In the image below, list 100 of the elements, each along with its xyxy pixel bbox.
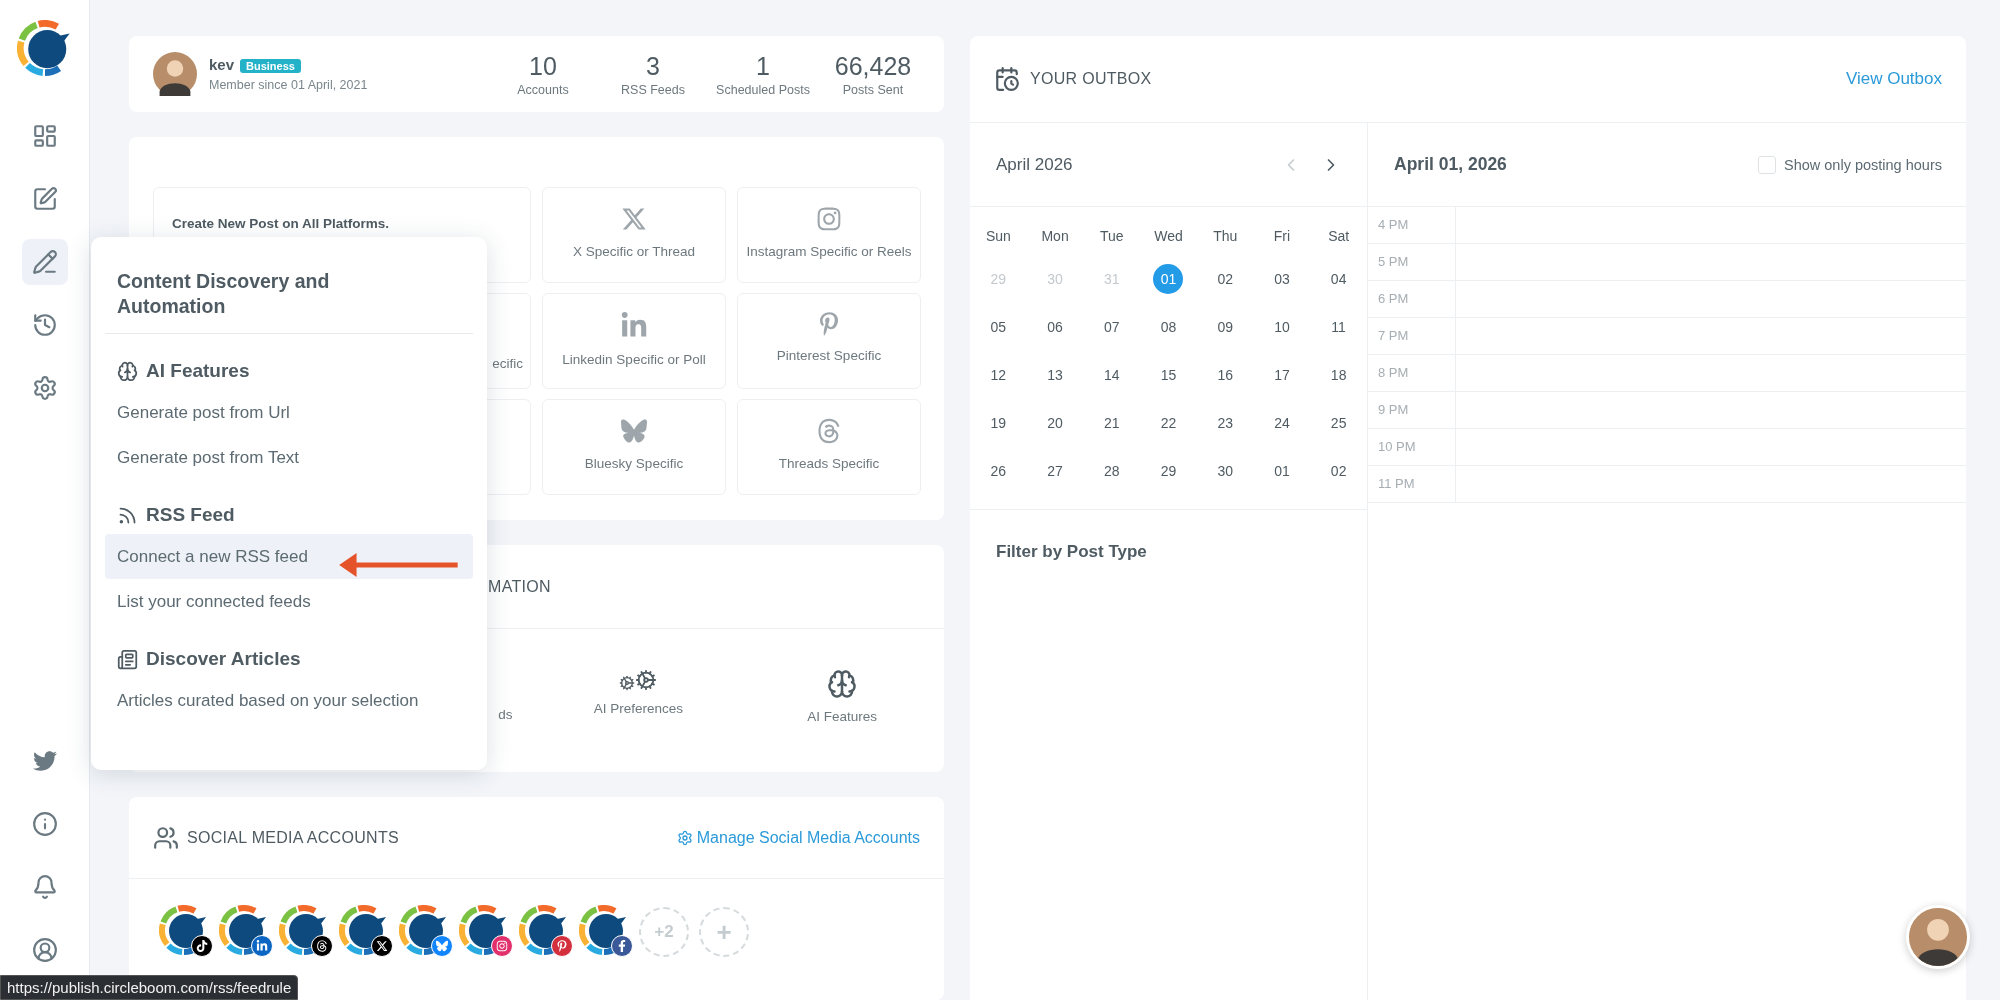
brain-icon: [117, 360, 138, 382]
butterfly-icon: [621, 418, 647, 444]
calendar-day[interactable]: 28: [1096, 456, 1127, 486]
posting-hours-checkbox[interactable]: [1758, 155, 1776, 174]
menu-item[interactable]: List your connected feeds: [105, 579, 473, 624]
account-avatar: [159, 905, 209, 955]
calendar-day[interactable]: 03: [1266, 264, 1297, 294]
calendar-day[interactable]: 15: [1153, 360, 1184, 390]
calendar-day[interactable]: 01: [1266, 456, 1297, 486]
weekday-label: Wed: [1153, 227, 1184, 246]
section-title: YOUR OUTBOX: [1030, 70, 1152, 88]
stat-label: Posts Sent: [842, 82, 904, 97]
menu-section-heading: RSS Feed: [146, 504, 235, 526]
calendar-day[interactable]: 19: [983, 408, 1014, 438]
menu-item[interactable]: Generate post from Text: [105, 435, 473, 480]
calendar-day[interactable]: 07: [1096, 312, 1127, 342]
account-avatar: [519, 905, 569, 955]
menu-item[interactable]: Articles curated based on your selection: [105, 678, 473, 723]
chat-avatar: [1909, 908, 1967, 966]
calendar-day[interactable]: 11: [1323, 312, 1354, 342]
calendar-day[interactable]: 06: [1040, 312, 1071, 342]
calendar-day[interactable]: 23: [1210, 408, 1241, 438]
calendar-day[interactable]: 18: [1323, 360, 1354, 390]
tile-label: Threads Specific: [778, 456, 880, 471]
stat-value: 1: [756, 51, 770, 81]
hour-label: 5 PM: [1368, 244, 1456, 280]
stat-label: RSS Feeds: [621, 82, 685, 97]
calendar-day[interactable]: 21: [1096, 408, 1127, 438]
bell-icon: [31, 874, 58, 900]
plan-badge: Business: [240, 59, 301, 73]
edit-icon: [31, 186, 58, 212]
hour-label: 7 PM: [1368, 318, 1456, 354]
calendar-day[interactable]: 13: [1040, 360, 1071, 390]
calendar-day[interactable]: 24: [1266, 408, 1297, 438]
hour-label: 8 PM: [1368, 355, 1456, 391]
calendar-day[interactable]: 27: [1040, 456, 1071, 486]
automation-option[interactable]: ds: [498, 707, 513, 722]
automation-option[interactable]: AI Features: [807, 709, 877, 724]
calendar-icon: [994, 66, 1020, 92]
threads-icon: [816, 418, 842, 444]
user-avatar: [153, 52, 197, 96]
post-option-tile[interactable]: X Specific or Thread: [542, 187, 726, 283]
stat-value: 66,428: [834, 51, 912, 81]
user-name: kev: [209, 56, 235, 73]
weekday-label: Sun: [984, 227, 1012, 246]
bird-icon: [32, 749, 57, 773]
newspaper-icon: [117, 648, 138, 670]
settings-icon: [676, 829, 693, 846]
menu-section-heading: Discover Articles: [146, 648, 301, 670]
calendar-day[interactable]: 26: [983, 456, 1014, 486]
calendar-day[interactable]: 05: [983, 312, 1014, 342]
hour-label: 11 PM: [1368, 466, 1456, 502]
post-option-tile[interactable]: Instagram Specific or Reels: [737, 187, 921, 283]
filter-title: Filter by Post Type: [996, 542, 1147, 561]
menu-item[interactable]: Generate post from Url: [105, 390, 473, 435]
account-avatar: [579, 905, 629, 955]
checkbox-label: Show only posting hours: [1784, 156, 1942, 173]
stat-label: Accounts: [517, 82, 569, 97]
section-title: MATION: [488, 577, 551, 596]
stat-label: Scheduled Posts: [716, 82, 810, 97]
calendar-day[interactable]: 25: [1323, 408, 1354, 438]
calendar-day[interactable]: 12: [983, 360, 1014, 390]
post-option-tile[interactable]: Threads Specific: [737, 399, 921, 495]
post-option-tile[interactable]: Pinterest Specific: [737, 293, 921, 389]
pinterest-icon: [817, 312, 841, 336]
calendar-day[interactable]: 22: [1153, 408, 1184, 438]
tile-title: Create New Post on All Platforms.: [172, 216, 390, 231]
brain-icon: [827, 669, 858, 699]
weekday-label: Sat: [1327, 227, 1351, 246]
info-icon: [31, 811, 58, 837]
calendar-day[interactable]: 10: [1266, 312, 1297, 342]
account-avatar: [339, 905, 389, 955]
automation-option[interactable]: AI Preferences: [593, 701, 683, 716]
post-option-tile[interactable]: Linkedin Specific or Poll: [542, 293, 726, 389]
calendar-day[interactable]: 02: [1323, 456, 1354, 486]
weekday-label: Tue: [1098, 227, 1125, 246]
tile-label: X Specific or Thread: [572, 244, 696, 259]
account-avatar: [399, 905, 449, 955]
hour-label: 9 PM: [1368, 392, 1456, 428]
menu-item[interactable]: Connect a new RSS feed: [105, 534, 473, 579]
calendar-day[interactable]: 14: [1096, 360, 1127, 390]
member-since: Member since 01 April, 2021: [209, 78, 368, 92]
pen-icon: [31, 249, 58, 275]
post-option-tile[interactable]: Bluesky Specific: [542, 399, 726, 495]
calendar-day[interactable]: 30: [1210, 456, 1241, 486]
calendar-day[interactable]: 17: [1266, 360, 1297, 390]
instagram-icon: [816, 206, 842, 232]
calendar-day[interactable]: 02: [1210, 264, 1241, 294]
calendar-day[interactable]: 04: [1323, 264, 1354, 294]
linkedin-icon: [620, 312, 648, 340]
calendar-day[interactable]: 08: [1153, 312, 1184, 342]
gears-icon: [619, 669, 658, 691]
app-logo: [16, 20, 73, 76]
calendar-day[interactable]: 16: [1210, 360, 1241, 390]
calendar-day[interactable]: 09: [1210, 312, 1241, 342]
pen-button[interactable]: [21, 239, 68, 285]
tile-label: Linkedin Specific or Poll: [562, 352, 706, 367]
account-avatar: [459, 905, 509, 955]
calendar-day[interactable]: 20: [1040, 408, 1071, 438]
calendar-day[interactable]: 29: [1153, 456, 1184, 486]
